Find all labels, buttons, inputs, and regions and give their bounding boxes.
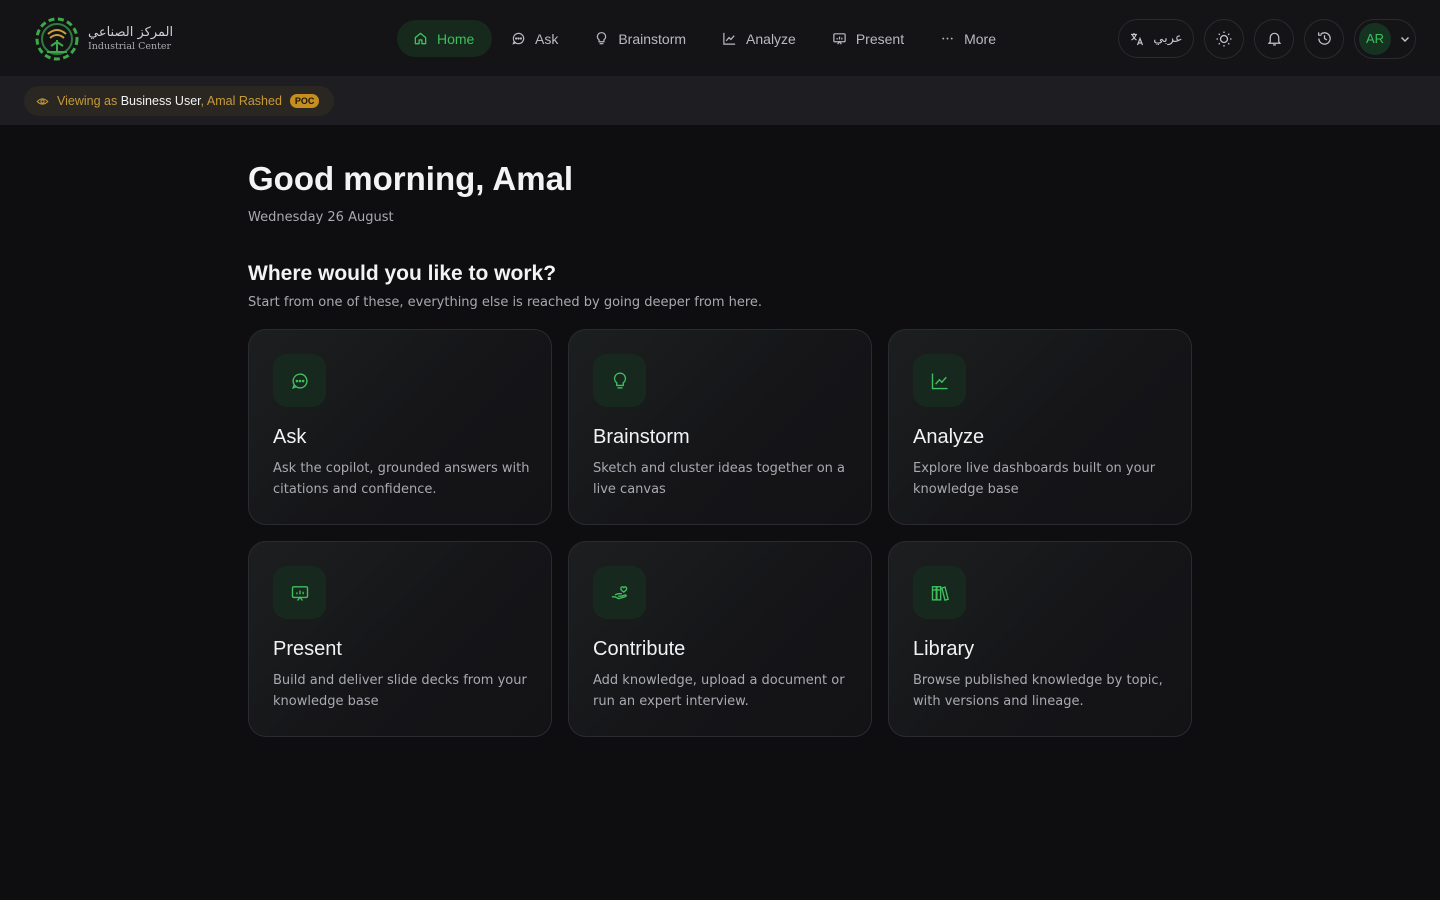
language-toggle-button[interactable]: عربي: [1118, 19, 1194, 58]
chat-bubble-icon: [512, 32, 525, 45]
card-description: Explore live dashboards built on your kn…: [913, 461, 1156, 497]
card-icon-badge: [593, 566, 646, 619]
nav-item-label: Home: [437, 30, 475, 47]
nav-item-label: Ask: [535, 30, 559, 47]
card-title: Present: [273, 638, 342, 660]
language-label: عربي: [1153, 31, 1183, 46]
card-title: Library: [913, 638, 975, 660]
nav-item-present[interactable]: Present: [816, 20, 920, 57]
brand-name-arabic: المركز الصناعي: [88, 25, 174, 41]
card-description: Add knowledge, upload a document or run …: [593, 673, 845, 709]
theme-toggle-button[interactable]: [1204, 18, 1244, 59]
card-analyze[interactable]: Analyze Explore live dashboards built on…: [888, 329, 1192, 525]
viewing-user-name: , Amal Rashed: [200, 94, 282, 108]
eye-icon: [36, 97, 49, 105]
brand-name-english: Industrial Center: [88, 41, 172, 53]
card-icon-badge: [273, 354, 326, 407]
current-date: Wednesday 26 August: [248, 210, 394, 225]
presentation-icon: [291, 585, 308, 601]
card-icon-badge: [593, 354, 646, 407]
lightbulb-icon: [597, 32, 607, 45]
nav-item-home[interactable]: Home: [397, 20, 492, 57]
brand-logo[interactable]: المركز الصناعي Industrial Center: [30, 8, 180, 70]
nav-item-more[interactable]: More: [924, 20, 1012, 57]
bell-icon: [1267, 32, 1281, 46]
books-icon: [931, 585, 949, 601]
top-bar: المركز الصناعي Industrial Center Home As…: [0, 0, 1440, 77]
notifications-button[interactable]: [1254, 18, 1294, 59]
nav-item-analyze[interactable]: Analyze: [706, 20, 812, 57]
translate-icon: [1131, 32, 1144, 45]
viewing-role: Business User: [120, 94, 201, 108]
card-description: Build and deliver slide decks from your …: [273, 673, 527, 709]
user-menu-button[interactable]: AR: [1354, 18, 1416, 59]
nav-item-ask[interactable]: Ask: [499, 20, 574, 57]
section-subtitle: Start from one of these, everything else…: [248, 295, 763, 310]
workspace-cards: Ask Ask the copilot, grounded answers wi…: [248, 329, 1192, 737]
hand-heart-icon: [611, 585, 627, 599]
header-tools: عربي AR: [1118, 18, 1416, 59]
card-icon-badge: [913, 354, 966, 407]
card-icon-badge: [913, 566, 966, 619]
section-title: Where would you like to work?: [248, 262, 557, 285]
card-description: Ask the copilot, grounded answers with c…: [273, 461, 530, 497]
nav-item-label: More: [964, 30, 996, 47]
sun-icon: [1216, 31, 1232, 46]
history-icon: [1317, 32, 1331, 45]
impersonation-bar: Viewing as Business User, Amal Rashed PO…: [0, 77, 1440, 125]
history-button[interactable]: [1304, 18, 1344, 59]
card-brainstorm[interactable]: Brainstorm Sketch and cluster ideas toge…: [568, 329, 872, 525]
card-contribute[interactable]: Contribute Add knowledge, upload a docum…: [568, 541, 872, 737]
card-icon-badge: [273, 566, 326, 619]
card-ask[interactable]: Ask Ask the copilot, grounded answers wi…: [248, 329, 552, 525]
card-title: Ask: [273, 426, 307, 448]
main-nav: Home Ask Brainstorm Analyze Present More: [397, 20, 1012, 57]
card-title: Analyze: [913, 426, 985, 448]
chart-line-icon: [723, 32, 736, 45]
nav-item-label: Analyze: [746, 30, 796, 47]
card-library[interactable]: Library Browse published knowledge by to…: [888, 541, 1192, 737]
gear-logo-icon: [35, 17, 79, 61]
card-present[interactable]: Present Build and deliver slide decks fr…: [248, 541, 552, 737]
viewing-as-pill[interactable]: Viewing as Business User, Amal Rashed PO…: [24, 86, 334, 116]
nav-item-label: Brainstorm: [618, 30, 687, 47]
card-description: Browse published knowledge by topic, wit…: [913, 673, 1163, 709]
home-icon: [414, 32, 427, 45]
nav-item-label: Present: [855, 30, 905, 47]
ellipsis-icon: [942, 37, 953, 40]
chart-line-icon: [931, 373, 947, 389]
chevron-down-icon: [1401, 36, 1409, 42]
page-title: Good morning, Amal: [248, 160, 574, 197]
card-description: Sketch and cluster ideas together on a l…: [593, 461, 846, 497]
avatar: AR: [1359, 22, 1391, 55]
status-badge: POC: [289, 94, 320, 108]
nav-item-brainstorm[interactable]: Brainstorm: [578, 20, 702, 57]
viewing-prefix: Viewing as: [57, 94, 118, 108]
card-title: Contribute: [593, 638, 686, 660]
card-title: Brainstorm: [593, 426, 690, 448]
chat-bubble-icon: [291, 372, 308, 389]
presentation-icon: [833, 33, 846, 45]
lightbulb-icon: [613, 372, 626, 389]
